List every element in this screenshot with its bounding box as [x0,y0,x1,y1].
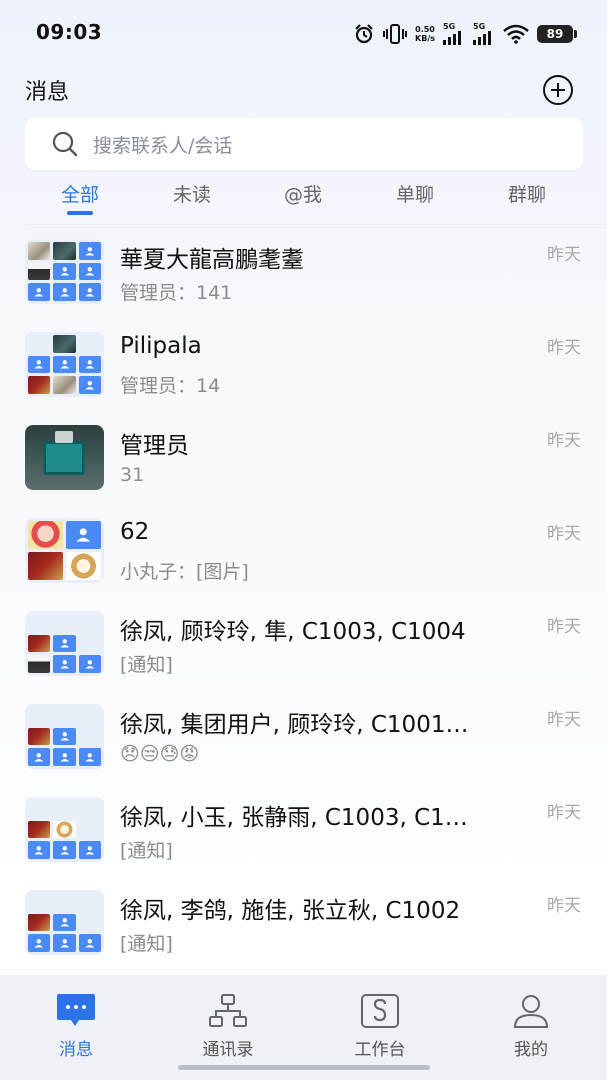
conversation-name: 徐凤, 顾玲玲, 隼, C1003, C1004 [120,619,466,645]
tab-mentions[interactable]: @我 [284,180,322,207]
group-avatar [25,518,104,583]
divider [25,224,607,225]
group-avatar [25,332,104,397]
search-icon [52,131,78,157]
status-bar: 09:03 0.50 KB/s 5G 5G 89 [0,0,607,68]
wifi-icon [503,24,529,44]
tab-private-chat[interactable]: 单聊 [396,180,434,207]
conversation-name: 徐凤, 集团用户, 顾玲玲, C1001… [120,712,469,738]
battery-icon: 89 [537,25,577,43]
conversation-item[interactable]: 62 小丸子：[图片] 昨天 [0,505,607,598]
person-icon [513,995,549,1028]
conversation-item[interactable]: 華夏大龍高鵬耄耋 管理员：141 昨天 [0,226,607,319]
conversation-time: 昨天 [547,710,581,730]
chat-bubble-icon [57,994,95,1026]
conversation-preview: [通知] [120,654,173,676]
group-avatar [25,239,104,304]
conversation-preview: 小丸子：[图片] [120,561,249,583]
conversation-preview: [通知] [120,933,173,955]
conversation-time: 昨天 [547,617,581,637]
signal-icon: 5G [443,23,465,45]
net-speed: 0.50 KB/s [415,25,435,43]
page-title: 消息 [25,80,70,105]
conversation-name: 管理员 [120,433,189,459]
conversation-item[interactable]: Pilipala 管理员：14 昨天 [0,319,607,412]
nav-contacts[interactable]: 通讯录 [173,993,283,1060]
conversation-item[interactable]: 徐凤, 小玉, 张静雨, C1003, C1… [通知] 昨天 [0,784,607,877]
nav-profile[interactable]: 我的 [476,993,586,1060]
tab-unread[interactable]: 未读 [173,180,211,207]
conversation-time: 昨天 [547,338,581,358]
avatar [25,425,104,490]
conversation-name: 徐凤, 小玉, 张静雨, C1003, C1… [120,805,468,831]
conversation-time: 昨天 [547,245,581,265]
group-avatar [25,797,104,862]
search-input[interactable]: 搜索联系人/会话 [25,118,583,170]
conversation-name: 華夏大龍高鵬耄耋 [120,247,304,273]
conversation-item[interactable]: 徐凤, 顾玲玲, 隼, C1003, C1004 [通知] 昨天 [0,598,607,691]
conversation-item[interactable]: 徐凤, 李鸽, 施佳, 张立秋, C1002 [通知] 昨天 [0,877,607,970]
group-avatar [25,890,104,955]
tab-group-chat[interactable]: 群聊 [508,180,546,207]
conversation-name: 徐凤, 李鸽, 施佳, 张立秋, C1002 [120,898,461,924]
search-placeholder: 搜索联系人/会话 [93,134,233,157]
conversation-time: 昨天 [547,524,581,544]
group-avatar [25,611,104,676]
conversation-item[interactable]: 徐凤, 集团用户, 顾玲玲, C1001… 😞😒😓😡 昨天 [0,691,607,784]
home-indicator[interactable] [178,1065,430,1070]
conversation-preview: 😞😒😓😡 [120,743,200,765]
tab-indicator [67,211,93,215]
signal-icon: 5G [473,23,495,45]
org-chart-icon [209,994,247,1027]
conversation-preview: 管理员：14 [120,375,221,397]
status-time: 09:03 [36,20,103,44]
status-icons: 0.50 KB/s 5G 5G 89 [353,22,577,46]
conversation-preview: [通知] [120,840,173,862]
nav-messages[interactable]: 消息 [21,993,131,1060]
vibrate-icon [383,24,408,44]
workbench-icon [361,994,399,1028]
conversation-time: 昨天 [547,431,581,451]
nav-workbench[interactable]: 工作台 [325,993,435,1060]
conversation-name: Pilipala [120,333,202,359]
conversation-time: 昨天 [547,896,581,916]
alarm-icon [355,24,373,44]
conversation-name: 62 [120,519,150,545]
conversation-time: 昨天 [547,803,581,823]
conversation-item[interactable]: 管理员 31 昨天 [0,412,607,505]
plus-circle-icon[interactable] [541,73,575,107]
conversation-preview: 31 [120,464,145,486]
group-avatar [25,704,104,769]
conversation-preview: 管理员：141 [120,282,233,304]
tab-all[interactable]: 全部 [61,180,99,207]
